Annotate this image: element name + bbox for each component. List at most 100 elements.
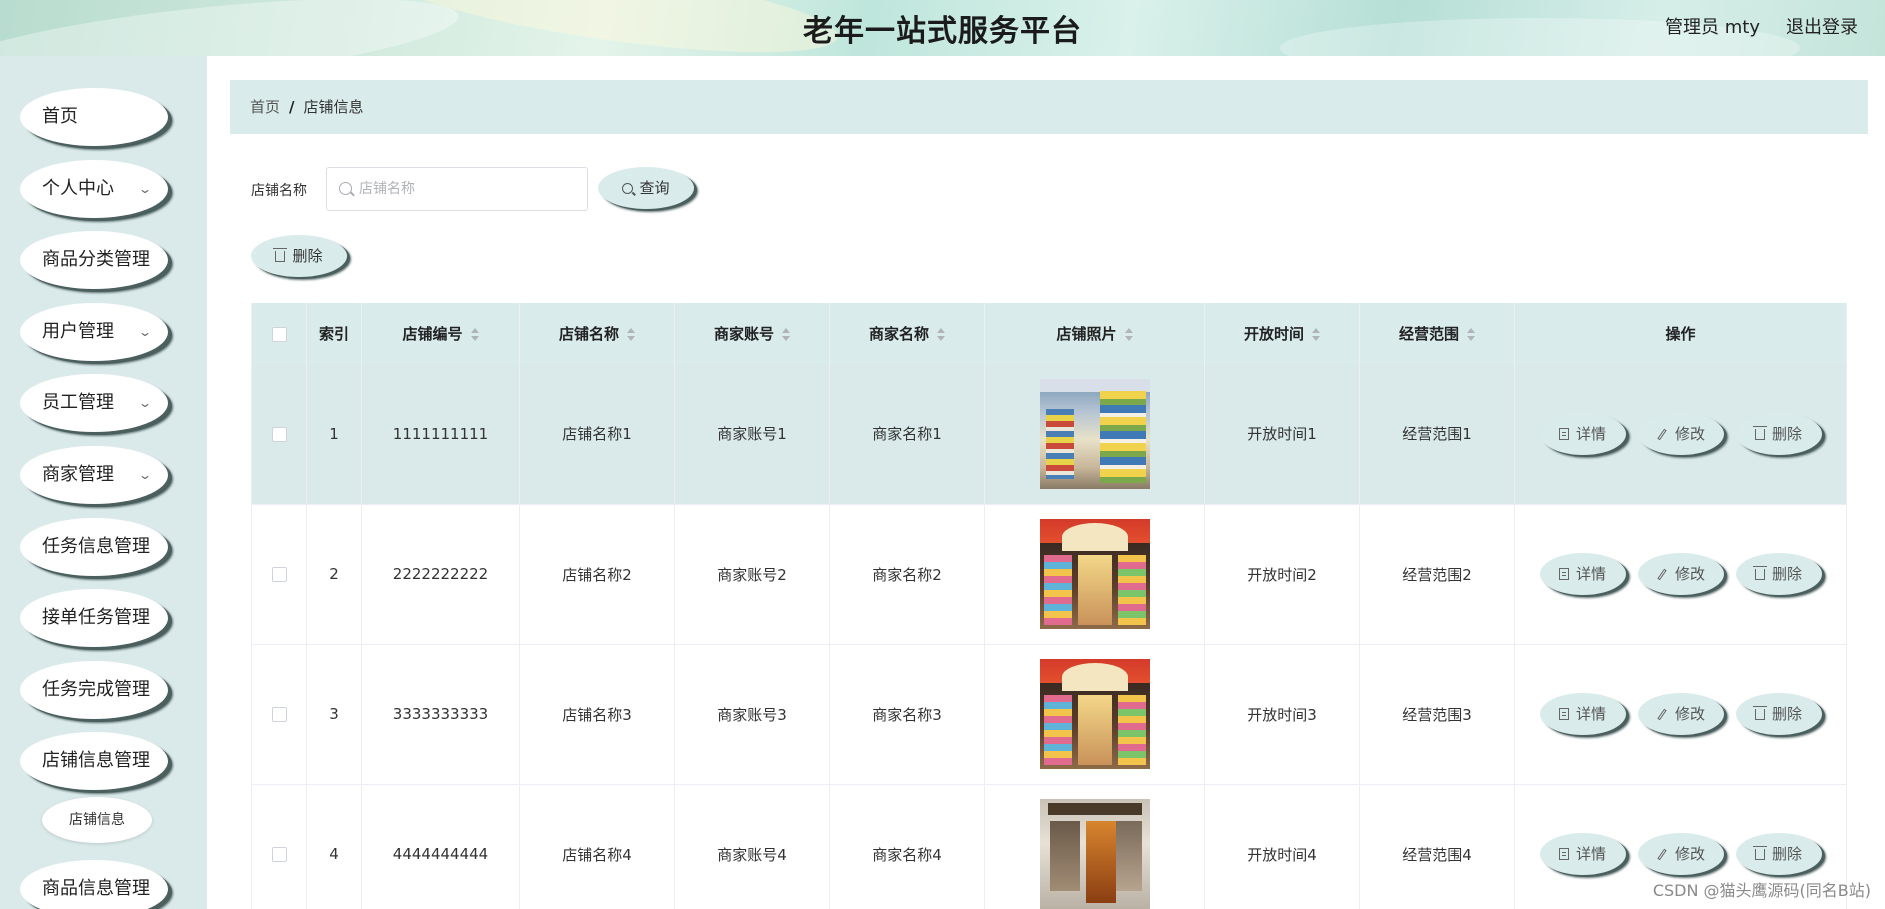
column-header-merchant-account[interactable]: 商家账号 xyxy=(674,303,830,364)
cell-shop-name: 店铺名称1 xyxy=(519,364,675,505)
shop-photo-thumbnail[interactable] xyxy=(1039,659,1150,769)
sidebar-item-task-completion[interactable]: 任务完成管理 xyxy=(20,661,168,719)
row-delete-button[interactable]: 删除 xyxy=(1735,412,1822,455)
column-header-shop-no[interactable]: 店铺编号 xyxy=(361,303,520,364)
edit-button[interactable]: 修改 xyxy=(1637,693,1724,735)
cell-actions: 详情 修改 删除 xyxy=(1514,364,1847,505)
sidebar-item-users[interactable]: 用户管理 ⌄ xyxy=(20,303,168,361)
row-delete-button[interactable]: 删除 xyxy=(1735,693,1822,735)
sidebar-item-product-info[interactable]: 商品信息管理 xyxy=(20,860,168,909)
cell-open-time: 开放时间3 xyxy=(1204,644,1360,785)
row-checkbox[interactable] xyxy=(271,847,287,862)
breadcrumb: 首页 / 店铺信息 xyxy=(230,80,1868,134)
cell-shop-photo xyxy=(984,784,1205,909)
sort-icon[interactable] xyxy=(1124,327,1133,342)
sidebar-item-home[interactable]: 首页 xyxy=(20,88,168,146)
sort-icon[interactable] xyxy=(470,327,479,342)
column-header-label: 商家账号 xyxy=(713,325,774,343)
sidebar-item-accepted-tasks[interactable]: 接单任务管理 xyxy=(20,589,168,647)
column-header-shop-name[interactable]: 店铺名称 xyxy=(519,303,675,364)
shop-table: 索引 店铺编号 店铺名称 商家账号 商家名称 店铺照片 开放时间 经营范围 操作… xyxy=(251,303,1847,909)
detail-button[interactable]: 详情 xyxy=(1539,693,1626,735)
document-icon xyxy=(1558,568,1569,580)
pencil-icon xyxy=(1657,708,1667,721)
row-checkbox[interactable] xyxy=(271,426,287,442)
shop-photo-thumbnail[interactable] xyxy=(1039,519,1150,629)
sidebar-item-personal-center[interactable]: 个人中心 ⌄ xyxy=(20,160,168,218)
detail-button-label: 详情 xyxy=(1575,705,1606,723)
row-checkbox[interactable] xyxy=(271,567,287,582)
edit-button[interactable]: 修改 xyxy=(1637,833,1724,875)
batch-delete-button[interactable]: 删除 xyxy=(251,235,347,277)
trash-icon xyxy=(273,248,288,262)
detail-button[interactable]: 详情 xyxy=(1539,553,1626,595)
sidebar-item-label: 商品信息管理 xyxy=(42,878,150,899)
cell-business-scope: 经营范围3 xyxy=(1359,644,1515,785)
cell-merchant-account: 商家账号4 xyxy=(674,784,830,909)
sort-icon[interactable] xyxy=(1312,327,1320,342)
delete-button-label: 删除 xyxy=(1771,845,1802,863)
cell-shop-photo xyxy=(984,364,1205,505)
select-all-checkbox[interactable] xyxy=(271,326,287,342)
column-header-index: 索引 xyxy=(306,303,362,364)
cell-merchant-account: 商家账号3 xyxy=(674,644,830,785)
search-field[interactable] xyxy=(326,167,588,211)
sort-icon[interactable] xyxy=(782,327,790,342)
search-input[interactable] xyxy=(359,168,579,210)
edit-button[interactable]: 修改 xyxy=(1637,412,1724,455)
cell-merchant-name: 商家名称4 xyxy=(829,784,985,909)
sort-icon[interactable] xyxy=(937,327,945,342)
document-icon xyxy=(1558,708,1569,720)
column-header-merchant-name[interactable]: 商家名称 xyxy=(829,303,985,364)
chevron-down-icon: ⌄ xyxy=(137,396,153,410)
column-header-business-scope[interactable]: 经营范围 xyxy=(1359,303,1515,364)
document-icon xyxy=(1558,427,1569,440)
sidebar-item-task-info[interactable]: 任务信息管理 xyxy=(20,518,168,576)
detail-button[interactable]: 详情 xyxy=(1539,833,1626,875)
search-icon xyxy=(339,182,352,195)
edit-button-label: 修改 xyxy=(1674,424,1705,443)
cell-merchant-name: 商家名称1 xyxy=(829,364,985,505)
sidebar-item-label: 商品分类管理 xyxy=(42,249,150,270)
row-delete-button[interactable]: 删除 xyxy=(1735,833,1822,875)
sidebar-item-staff[interactable]: 员工管理 ⌄ xyxy=(20,374,168,432)
detail-button-label: 详情 xyxy=(1575,845,1606,863)
column-header-shop-photo[interactable]: 店铺照片 xyxy=(984,303,1205,364)
edit-button[interactable]: 修改 xyxy=(1637,553,1724,595)
detail-button-label: 详情 xyxy=(1575,565,1606,583)
row-checkbox[interactable] xyxy=(271,707,287,722)
sidebar-subitem-shop-info[interactable]: 店铺信息 xyxy=(42,797,152,843)
table-header-row: 索引 店铺编号 店铺名称 商家账号 商家名称 店铺照片 开放时间 经营范围 操作 xyxy=(251,303,1847,364)
row-select-cell xyxy=(251,364,307,505)
sidebar-item-label: 个人中心 xyxy=(42,178,114,199)
search-label: 店铺名称 xyxy=(251,183,307,199)
column-header-label: 开放时间 xyxy=(1243,325,1304,343)
cell-open-time: 开放时间2 xyxy=(1204,504,1360,645)
sort-icon[interactable] xyxy=(1467,327,1475,342)
sort-icon[interactable] xyxy=(627,327,635,342)
sidebar-item-label: 用户管理 xyxy=(42,321,114,342)
cell-index: 1 xyxy=(306,364,362,505)
edit-button-label: 修改 xyxy=(1674,705,1705,723)
logout-link[interactable]: 退出登录 xyxy=(1786,13,1858,39)
shop-photo-thumbnail[interactable] xyxy=(1039,799,1150,909)
sidebar-item-product-category[interactable]: 商品分类管理 xyxy=(20,231,168,289)
sidebar-item-merchants[interactable]: 商家管理 ⌄ xyxy=(20,446,168,504)
cell-merchant-name: 商家名称2 xyxy=(829,504,985,645)
column-header-open-time[interactable]: 开放时间 xyxy=(1204,303,1360,364)
delete-button-label: 删除 xyxy=(1771,424,1802,443)
table-row: 2 2222222222 店铺名称2 商家账号2 商家名称2 开放时间2 经营范… xyxy=(251,504,1847,645)
sidebar-item-label: 接单任务管理 xyxy=(42,607,150,628)
sidebar-item-shop-info-management[interactable]: 店铺信息管理 xyxy=(20,732,168,790)
delete-button-label: 删除 xyxy=(1771,705,1802,723)
shop-photo-thumbnail[interactable] xyxy=(1039,378,1150,489)
query-button[interactable]: 查询 xyxy=(598,167,694,209)
cell-merchant-name: 商家名称3 xyxy=(829,644,985,785)
cell-shop-name: 店铺名称4 xyxy=(519,784,675,909)
watermark: CSDN @猫头鹰源码(同名B站) xyxy=(1652,881,1871,900)
row-delete-button[interactable]: 删除 xyxy=(1735,553,1822,595)
detail-button[interactable]: 详情 xyxy=(1539,412,1626,455)
cell-open-time: 开放时间1 xyxy=(1204,364,1360,505)
breadcrumb-home[interactable]: 首页 xyxy=(250,98,280,116)
trash-icon xyxy=(1752,425,1767,440)
